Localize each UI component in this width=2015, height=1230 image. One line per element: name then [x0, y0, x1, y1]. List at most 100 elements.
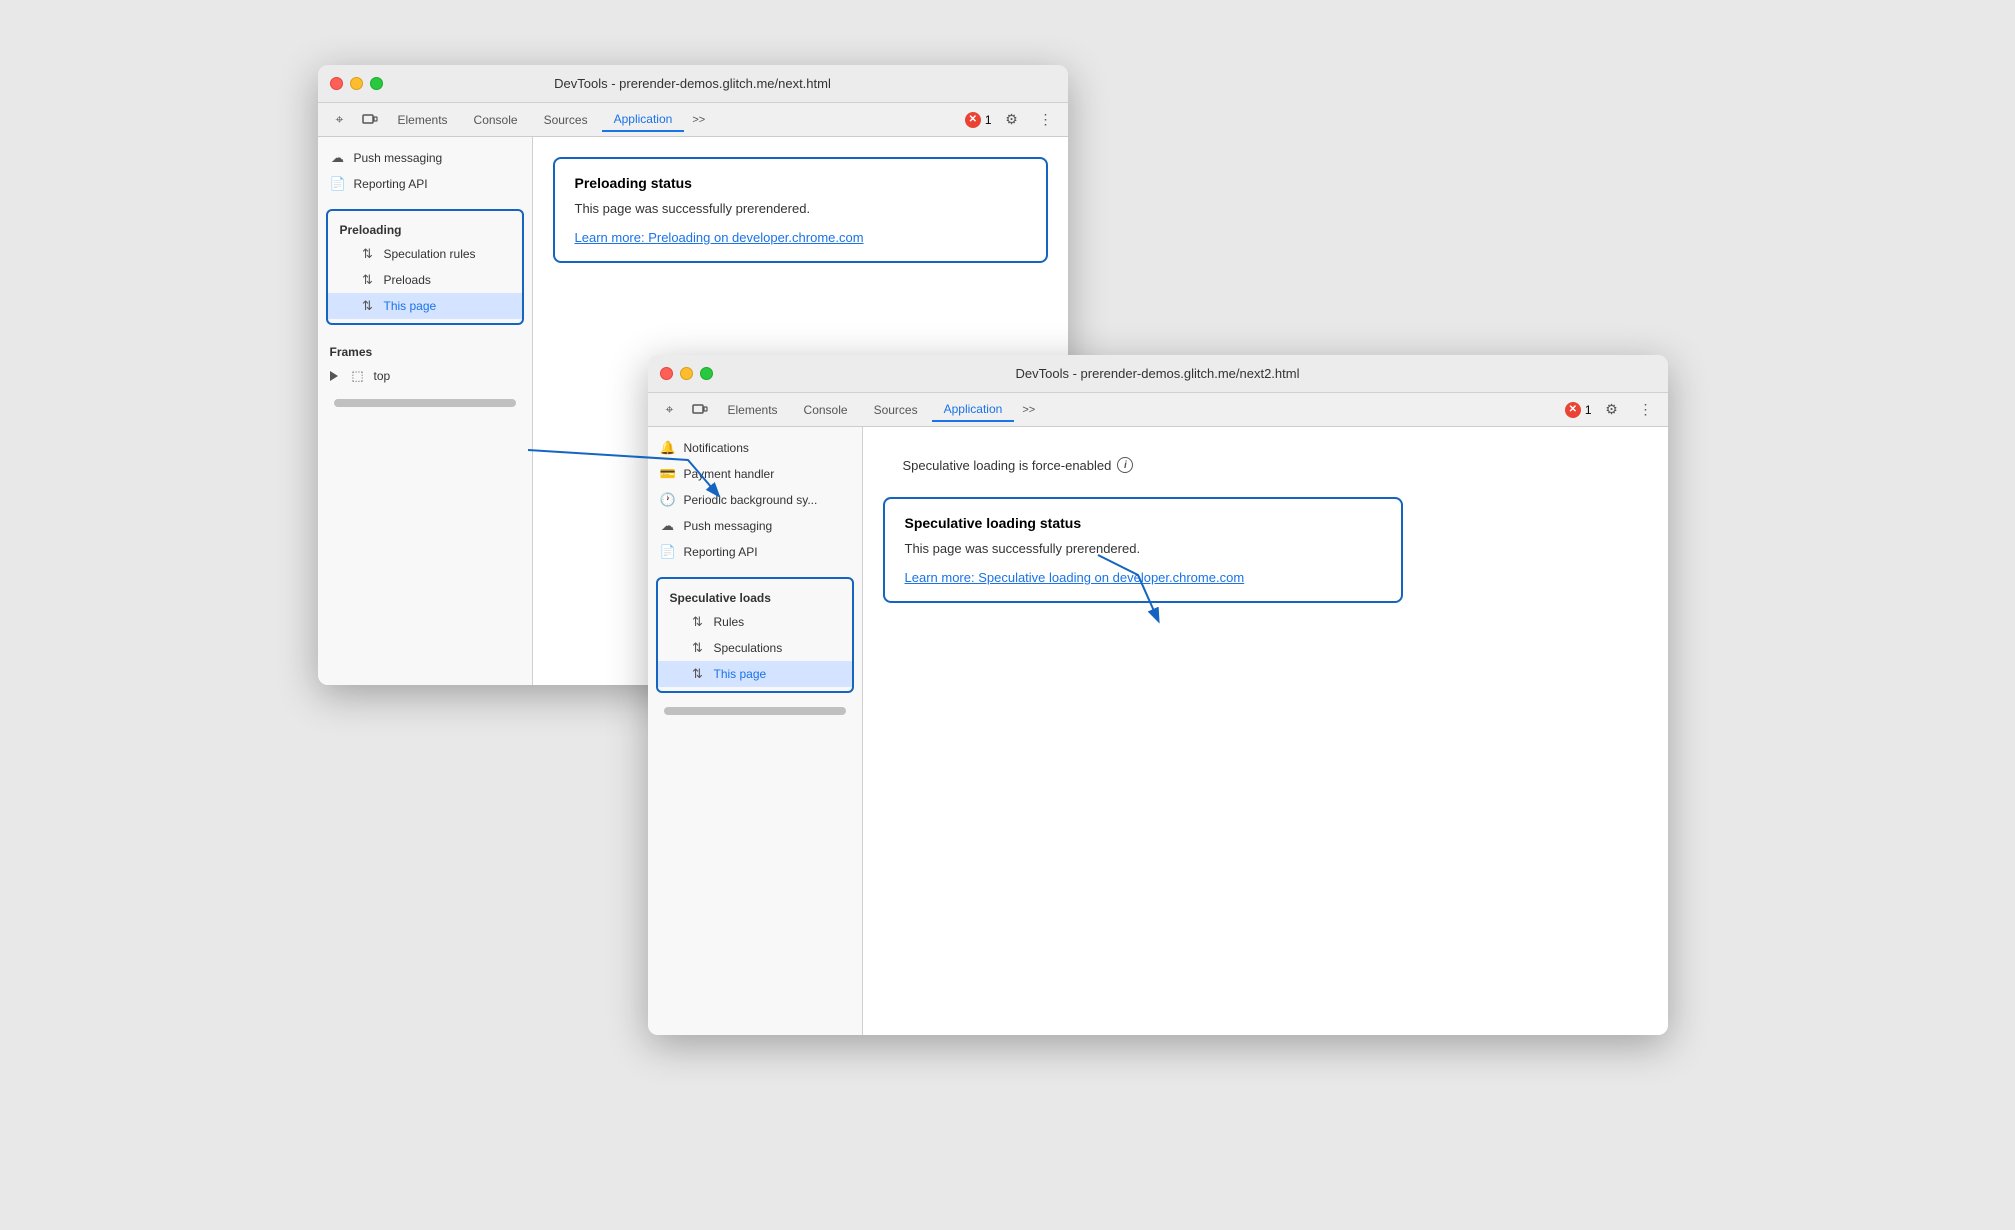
sidebar-item-speculations[interactable]: ⇅ Speculations [658, 635, 852, 661]
sort-icon-pl: ⇅ [360, 272, 376, 288]
sidebar-item-frames-top-1[interactable]: ⬚ top [318, 363, 532, 389]
main-content-2: 🔔 Notifications 💳 Payment handler 🕐 Peri… [648, 427, 1668, 1035]
sidebar-1: ☁ Push messaging 📄 Reporting API Preload… [318, 137, 533, 685]
sidebar-label-notifications: Notifications [684, 441, 749, 455]
tab-elements[interactable]: Elements [386, 109, 460, 131]
sidebar-label-this-page-2: This page [714, 667, 767, 681]
error-badge-1: ✕ 1 [965, 112, 992, 128]
minimize-button-1[interactable] [350, 77, 363, 90]
sidebar-label-rules: Rules [714, 615, 745, 629]
preloading-section-box: Preloading ⇅ Speculation rules ⇅ Preload… [326, 209, 524, 325]
device-icon[interactable] [356, 106, 384, 134]
toolbar-1: ⌖ Elements Console Sources Application >… [318, 103, 1068, 137]
sidebar-label-periodic-bg: Periodic background sy... [684, 493, 818, 507]
cursor-icon-2[interactable]: ⌖ [656, 396, 684, 424]
error-badge-2: ✕ 1 [1565, 402, 1592, 418]
sidebar-label-payment-handler: Payment handler [684, 467, 775, 481]
speculative-loads-header: Speculative loads [658, 583, 852, 609]
sidebar-item-speculation-rules[interactable]: ⇅ Speculation rules [328, 241, 522, 267]
sidebar-item-payment-handler[interactable]: 💳 Payment handler [648, 461, 862, 487]
doc-icon-2: 📄 [660, 544, 676, 560]
sort-icon-tp: ⇅ [360, 298, 376, 314]
preloading-header: Preloading [328, 215, 522, 241]
more-tabs-button-2[interactable]: >> [1016, 400, 1041, 420]
cloud-icon-1: ☁ [330, 150, 346, 166]
sidebar-label-this-page-1: This page [384, 299, 437, 313]
tab-console-2[interactable]: Console [792, 399, 860, 421]
sidebar-item-preloads[interactable]: ⇅ Preloads [328, 267, 522, 293]
traffic-lights-2 [660, 367, 713, 380]
toolbar-right-1: ✕ 1 ⚙ ⋮ [965, 106, 1060, 134]
speculative-learn-more-link[interactable]: Learn more: Speculative loading on devel… [905, 570, 1245, 585]
tab-sources-2[interactable]: Sources [862, 399, 930, 421]
frames-header-1: Frames [318, 337, 532, 363]
maximize-button-2[interactable] [700, 367, 713, 380]
toolbar-2: ⌖ Elements Console Sources Application >… [648, 393, 1668, 427]
cursor-icon[interactable]: ⌖ [326, 106, 354, 134]
sidebar-item-notifications[interactable]: 🔔 Notifications [648, 435, 862, 461]
preloading-status-card: Preloading status This page was successf… [553, 157, 1048, 263]
sidebar-item-reporting-api-2[interactable]: 📄 Reporting API [648, 539, 862, 565]
info-icon[interactable]: i [1117, 457, 1133, 473]
more-tabs-button-1[interactable]: >> [686, 110, 711, 130]
sidebar-label-push-messaging-2: Push messaging [684, 519, 773, 533]
error-x-icon-2: ✕ [1565, 402, 1581, 418]
settings-icon-2[interactable]: ⚙ [1598, 396, 1626, 424]
sidebar-item-this-page-1[interactable]: ⇅ This page [328, 293, 522, 319]
doc-icon-1: 📄 [330, 176, 346, 192]
sidebar-item-rules[interactable]: ⇅ Rules [658, 609, 852, 635]
tab-console[interactable]: Console [462, 109, 530, 131]
sidebar-label-speculations: Speculations [714, 641, 783, 655]
sidebar-2: 🔔 Notifications 💳 Payment handler 🕐 Peri… [648, 427, 863, 1035]
force-enabled-container: Speculative loading is force-enabled i [883, 447, 1648, 483]
scrollbar-2[interactable] [664, 707, 846, 715]
sidebar-item-reporting-api-1[interactable]: 📄 Reporting API [318, 171, 532, 197]
scrollbar-1[interactable] [334, 399, 516, 407]
window-title-1: DevTools - prerender-demos.glitch.me/nex… [554, 76, 831, 91]
payment-icon: 💳 [660, 466, 676, 482]
sidebar-item-push-messaging-1[interactable]: ☁ Push messaging [318, 145, 532, 171]
triangle-icon-1 [330, 371, 338, 381]
tab-application[interactable]: Application [602, 108, 685, 132]
traffic-lights-1 [330, 77, 383, 90]
sidebar-label-push-messaging-1: Push messaging [354, 151, 443, 165]
error-count-1: 1 [985, 113, 992, 127]
tab-elements-2[interactable]: Elements [716, 399, 790, 421]
sidebar-label-top-1: top [374, 369, 391, 383]
sort-icon-sr: ⇅ [360, 246, 376, 262]
sidebar-item-push-messaging-2[interactable]: ☁ Push messaging [648, 513, 862, 539]
tab-application-2[interactable]: Application [932, 398, 1015, 422]
title-bar-2: DevTools - prerender-demos.glitch.me/nex… [648, 355, 1668, 393]
toolbar-right-2: ✕ 1 ⚙ ⋮ [1565, 396, 1660, 424]
maximize-button-1[interactable] [370, 77, 383, 90]
preloading-learn-more-link[interactable]: Learn more: Preloading on developer.chro… [575, 230, 864, 245]
sort-icon-rules: ⇅ [690, 614, 706, 630]
sidebar-label-reporting-api-2: Reporting API [684, 545, 758, 559]
force-enabled-label: Speculative loading is force-enabled [903, 458, 1112, 473]
error-x-icon-1: ✕ [965, 112, 981, 128]
menu-icon-2[interactable]: ⋮ [1632, 396, 1660, 424]
cloud-icon-2: ☁ [660, 518, 676, 534]
sidebar-item-this-page-2[interactable]: ⇅ This page [658, 661, 852, 687]
error-count-2: 1 [1585, 403, 1592, 417]
preloading-status-title: Preloading status [575, 175, 1026, 191]
preloading-status-text: This page was successfully prerendered. [575, 201, 1026, 216]
speculative-status-title: Speculative loading status [905, 515, 1381, 531]
speculative-status-card: Speculative loading status This page was… [883, 497, 1403, 603]
panel-2: Speculative loading is force-enabled i S… [863, 427, 1668, 1035]
menu-icon-1[interactable]: ⋮ [1032, 106, 1060, 134]
tab-sources[interactable]: Sources [532, 109, 600, 131]
speculative-status-text: This page was successfully prerendered. [905, 541, 1381, 556]
sidebar-label-reporting-api-1: Reporting API [354, 177, 428, 191]
close-button-1[interactable] [330, 77, 343, 90]
settings-icon-1[interactable]: ⚙ [998, 106, 1026, 134]
close-button-2[interactable] [660, 367, 673, 380]
minimize-button-2[interactable] [680, 367, 693, 380]
sidebar-item-periodic-bg[interactable]: 🕐 Periodic background sy... [648, 487, 862, 513]
sidebar-label-preloads: Preloads [384, 273, 431, 287]
frame-icon-1: ⬚ [350, 368, 366, 384]
device-icon-2[interactable] [686, 396, 714, 424]
bell-icon: 🔔 [660, 440, 676, 456]
speculative-loads-section-box: Speculative loads ⇅ Rules ⇅ Speculations… [656, 577, 854, 693]
window-title-2: DevTools - prerender-demos.glitch.me/nex… [1016, 366, 1300, 381]
